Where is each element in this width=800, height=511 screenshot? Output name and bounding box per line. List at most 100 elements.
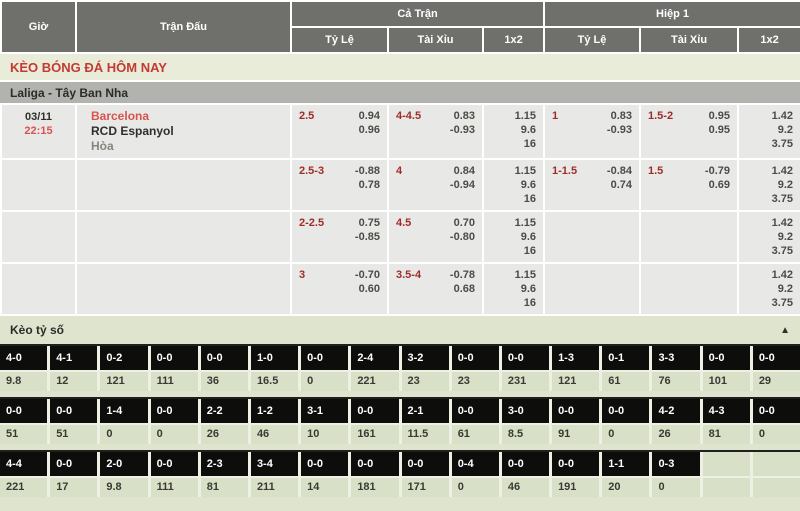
odd-value[interactable]: 0.95 bbox=[709, 109, 730, 123]
odd-value[interactable]: 16 bbox=[491, 192, 536, 206]
collapse-arrow-icon[interactable]: ▲ bbox=[780, 325, 790, 336]
odd-value[interactable]: -0.88 bbox=[355, 164, 380, 178]
score-odd-cell[interactable]: 0 bbox=[151, 425, 198, 444]
score-odd-cell[interactable]: 111 bbox=[151, 478, 198, 497]
odd-value[interactable]: -0.93 bbox=[607, 123, 632, 137]
h1-overunder-cell[interactable]: 1.5-20.950.95 bbox=[640, 104, 738, 159]
ft-overunder-cell[interactable]: 4-4.50.83-0.93 bbox=[388, 104, 483, 159]
score-cell[interactable]: 4-0 bbox=[0, 346, 47, 370]
odd-value[interactable]: 0.96 bbox=[359, 123, 380, 137]
score-cell[interactable]: 0-3 bbox=[652, 452, 699, 476]
h1-1x2-cell[interactable]: 1.429.23.75 bbox=[738, 211, 800, 263]
h1-overunder-cell[interactable] bbox=[640, 211, 738, 263]
score-odd-cell[interactable]: 81 bbox=[703, 425, 750, 444]
ft-1x2-cell[interactable]: 1.159.616 bbox=[483, 211, 544, 263]
odd-value[interactable]: 16 bbox=[491, 296, 536, 310]
odd-value[interactable]: 0.95 bbox=[709, 123, 730, 137]
score-odd-cell[interactable]: 0 bbox=[652, 478, 699, 497]
odd-value[interactable]: 1.15 bbox=[491, 109, 536, 123]
odd-value[interactable]: 0.83 bbox=[607, 109, 632, 123]
odd-value[interactable]: 0.74 bbox=[607, 178, 632, 192]
score-odd-cell[interactable]: 20 bbox=[602, 478, 649, 497]
odd-value[interactable]: 0.84 bbox=[450, 164, 475, 178]
score-cell[interactable]: 2-3 bbox=[201, 452, 248, 476]
odd-value[interactable]: 3.75 bbox=[746, 137, 793, 151]
score-odd-cell[interactable]: 26 bbox=[201, 425, 248, 444]
score-odd-cell[interactable]: 29 bbox=[753, 372, 800, 391]
score-cell[interactable]: 0-0 bbox=[753, 399, 800, 423]
odd-value[interactable]: 0.69 bbox=[705, 178, 730, 192]
score-odd-cell[interactable]: 10 bbox=[301, 425, 348, 444]
score-odd-cell[interactable]: 161 bbox=[351, 425, 398, 444]
score-odd-cell[interactable]: 51 bbox=[0, 425, 47, 444]
odd-value[interactable]: 9.6 bbox=[491, 123, 536, 137]
score-cell[interactable]: 0-1 bbox=[602, 346, 649, 370]
score-odd-cell[interactable]: 9.8 bbox=[100, 478, 147, 497]
odd-value[interactable]: 1.15 bbox=[491, 216, 536, 230]
score-odd-cell[interactable]: 191 bbox=[552, 478, 599, 497]
score-cell[interactable]: 3-2 bbox=[402, 346, 449, 370]
score-cell[interactable]: 0-0 bbox=[151, 452, 198, 476]
score-cell[interactable]: 4-4 bbox=[0, 452, 47, 476]
score-cell[interactable]: 3-4 bbox=[251, 452, 298, 476]
score-cell[interactable]: 4-2 bbox=[652, 399, 699, 423]
score-cell[interactable]: 3-3 bbox=[652, 346, 699, 370]
score-cell[interactable]: 0-0 bbox=[351, 452, 398, 476]
odd-value[interactable]: -0.85 bbox=[355, 230, 380, 244]
away-team[interactable]: RCD Espanyol bbox=[91, 124, 283, 139]
score-cell[interactable]: 0-0 bbox=[552, 399, 599, 423]
score-odd-cell[interactable]: 61 bbox=[452, 425, 499, 444]
score-cell[interactable]: 0-0 bbox=[502, 346, 549, 370]
score-odd-cell[interactable]: 221 bbox=[0, 478, 47, 497]
ft-overunder-cell[interactable]: 4.50.70-0.80 bbox=[388, 211, 483, 263]
score-odd-cell[interactable]: 46 bbox=[502, 478, 549, 497]
ft-overunder-cell[interactable]: 40.84-0.94 bbox=[388, 159, 483, 211]
score-odd-cell[interactable]: 0 bbox=[602, 425, 649, 444]
score-odd-cell[interactable]: 23 bbox=[402, 372, 449, 391]
odd-value[interactable]: 9.2 bbox=[746, 230, 793, 244]
score-cell[interactable]: 0-0 bbox=[502, 452, 549, 476]
score-odd-cell[interactable]: 46 bbox=[251, 425, 298, 444]
score-cell[interactable]: 2-2 bbox=[201, 399, 248, 423]
odd-value[interactable]: 1.42 bbox=[746, 164, 793, 178]
odd-value[interactable]: 0.75 bbox=[355, 216, 380, 230]
odd-value[interactable]: 16 bbox=[491, 244, 536, 258]
odd-value[interactable]: 3.75 bbox=[746, 244, 793, 258]
score-cell[interactable]: 1-0 bbox=[251, 346, 298, 370]
score-odd-cell[interactable]: 17 bbox=[50, 478, 97, 497]
h1-1x2-cell[interactable]: 1.429.23.75 bbox=[738, 159, 800, 211]
h1-overunder-cell[interactable] bbox=[640, 263, 738, 315]
score-cell[interactable]: 0-0 bbox=[50, 399, 97, 423]
h1-overunder-cell[interactable]: 1.5-0.790.69 bbox=[640, 159, 738, 211]
ft-1x2-cell[interactable]: 1.159.616 bbox=[483, 159, 544, 211]
odd-value[interactable]: 1.42 bbox=[746, 109, 793, 123]
score-odd-cell[interactable]: 76 bbox=[652, 372, 699, 391]
odd-value[interactable]: 0.94 bbox=[359, 109, 380, 123]
h1-handicap-cell[interactable] bbox=[544, 263, 640, 315]
odd-value[interactable]: 0.68 bbox=[450, 282, 475, 296]
score-cell[interactable]: 2-1 bbox=[402, 399, 449, 423]
odd-value[interactable]: -0.80 bbox=[450, 230, 475, 244]
odd-value[interactable]: 0.60 bbox=[355, 282, 380, 296]
h1-handicap-cell[interactable]: 1-1.5-0.840.74 bbox=[544, 159, 640, 211]
score-odd-cell[interactable]: 11.5 bbox=[402, 425, 449, 444]
odd-value[interactable]: 1.15 bbox=[491, 268, 536, 282]
score-odd-cell[interactable]: 231 bbox=[502, 372, 549, 391]
home-team[interactable]: Barcelona bbox=[91, 109, 283, 124]
odd-value[interactable]: -0.93 bbox=[450, 123, 475, 137]
score-cell[interactable]: 0-0 bbox=[151, 346, 198, 370]
score-cell[interactable]: 2-0 bbox=[100, 452, 147, 476]
score-odd-cell[interactable]: 12 bbox=[50, 372, 97, 391]
score-odd-cell[interactable]: 81 bbox=[201, 478, 248, 497]
ft-1x2-cell[interactable]: 1.159.616 bbox=[483, 104, 544, 159]
score-cell[interactable]: 3-1 bbox=[301, 399, 348, 423]
score-cell[interactable]: 1-2 bbox=[251, 399, 298, 423]
odd-value[interactable]: -0.94 bbox=[450, 178, 475, 192]
score-cell[interactable]: 1-1 bbox=[602, 452, 649, 476]
h1-1x2-cell[interactable]: 1.429.23.75 bbox=[738, 263, 800, 315]
score-odd-cell[interactable]: 36 bbox=[201, 372, 248, 391]
odd-value[interactable]: 1.15 bbox=[491, 164, 536, 178]
ft-handicap-cell[interactable]: 2.50.940.96 bbox=[291, 104, 388, 159]
odd-value[interactable]: 9.2 bbox=[746, 178, 793, 192]
score-odd-cell[interactable]: 9.8 bbox=[0, 372, 47, 391]
